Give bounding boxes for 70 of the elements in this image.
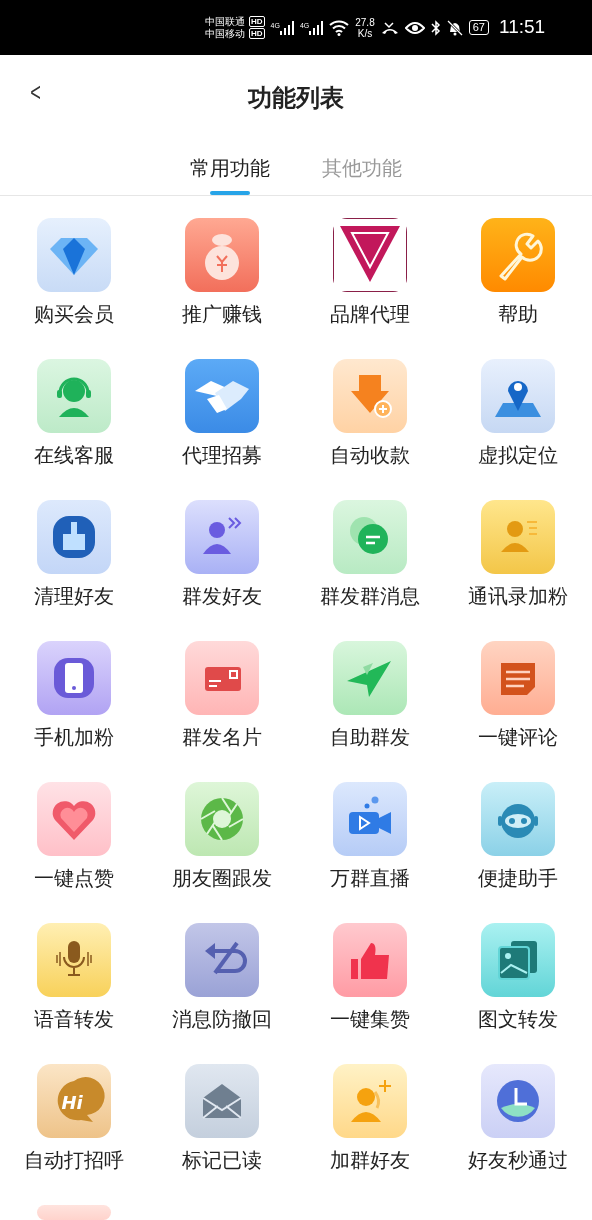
- aperture-icon: [185, 782, 259, 856]
- clock-time: 11:51: [498, 15, 546, 40]
- add-person-icon: [333, 1064, 407, 1138]
- signal-icon: [279, 20, 294, 35]
- speed-unit: K/s: [356, 27, 374, 39]
- feature-button[interactable]: 通讯录加粉: [444, 500, 592, 608]
- wifi-icon: [329, 19, 350, 36]
- feature-button[interactable]: 语音转发: [0, 923, 148, 1031]
- feature-button[interactable]: 图文转发: [444, 923, 592, 1031]
- tab[interactable]: 常用功能: [190, 153, 270, 195]
- feature-button[interactable]: Hi 自动打招呼: [0, 1064, 148, 1172]
- headset-person-icon: [37, 359, 111, 433]
- feature-button[interactable]: 一键点赞: [0, 782, 148, 890]
- phone-icon: [37, 641, 111, 715]
- feature-button[interactable]: 手机加粉: [0, 641, 148, 749]
- carrier-name: 中国移动: [205, 27, 245, 40]
- feature-button[interactable]: 代理招募: [148, 359, 296, 467]
- feature-button[interactable]: 好友秒通过: [444, 1064, 592, 1172]
- carrier-name: 中国联通: [205, 15, 245, 28]
- money-bag-icon: [185, 218, 259, 292]
- feature-button[interactable]: 清理好友: [0, 500, 148, 608]
- note-icon: [481, 641, 555, 715]
- feature-button[interactable]: 群发群消息: [296, 500, 444, 608]
- feature-button[interactable]: 标记已读: [148, 1064, 296, 1172]
- signal-icon: [309, 20, 324, 35]
- feature-button[interactable]: 一键评论: [444, 641, 592, 749]
- chat-bubbles-icon: [333, 500, 407, 574]
- feature-button[interactable]: 群发名片: [148, 641, 296, 749]
- map-pin-icon: [481, 359, 555, 433]
- network-speed: 27.8: [355, 16, 375, 28]
- robot-face-icon: [481, 782, 555, 856]
- feature-button[interactable]: 群发好友: [148, 500, 296, 608]
- card-icon: [185, 641, 259, 715]
- missed-call-icon: [380, 20, 399, 35]
- icon-text: Hi: [61, 1092, 83, 1113]
- undo-icon: [185, 923, 259, 997]
- battery-level: 67: [468, 20, 489, 35]
- feature-button[interactable]: 便捷助手: [444, 782, 592, 890]
- hd-badge: HD: [249, 16, 265, 27]
- feature-button[interactable]: 购买会员: [0, 218, 148, 326]
- app-icon: [37, 1205, 111, 1220]
- eye-icon: [404, 20, 425, 35]
- feature-button[interactable]: 万群直播: [296, 782, 444, 890]
- contact-card-icon: [481, 500, 555, 574]
- person-share-icon: [185, 500, 259, 574]
- paper-plane-icon: [333, 641, 407, 715]
- thumbs-up-icon: [333, 923, 407, 997]
- feature-button[interactable]: 在线客服: [0, 359, 148, 467]
- back-button[interactable]: <: [27, 79, 44, 105]
- hd-badge: HD: [249, 28, 265, 39]
- microphone-icon: [37, 923, 111, 997]
- triangle-logo-icon: [333, 218, 407, 292]
- feature-button[interactable]: 虚拟定位: [444, 359, 592, 467]
- feature-button[interactable]: 一键集赞: [296, 923, 444, 1031]
- bell-off-icon: [446, 19, 463, 36]
- images-icon: [481, 923, 555, 997]
- video-camera-icon: [333, 782, 407, 856]
- feature-button[interactable]: 推广赚钱: [148, 218, 296, 326]
- feature-button[interactable]: 帮助: [444, 218, 592, 326]
- feature-button[interactable]: 自助群发: [296, 641, 444, 749]
- wrench-icon: [481, 218, 555, 292]
- envelope-icon: [185, 1064, 259, 1138]
- bluetooth-icon: [430, 19, 441, 36]
- feature-button[interactable]: 消息防撤回: [148, 923, 296, 1031]
- page-title: 功能列表: [248, 82, 344, 113]
- feature-button[interactable]: 朋友圈跟发: [148, 782, 296, 890]
- clock-icon: [481, 1064, 555, 1138]
- feature-button[interactable]: 自动收款: [296, 359, 444, 467]
- feature-button[interactable]: 加群好友: [296, 1064, 444, 1172]
- feature-button[interactable]: 品牌代理: [296, 218, 444, 326]
